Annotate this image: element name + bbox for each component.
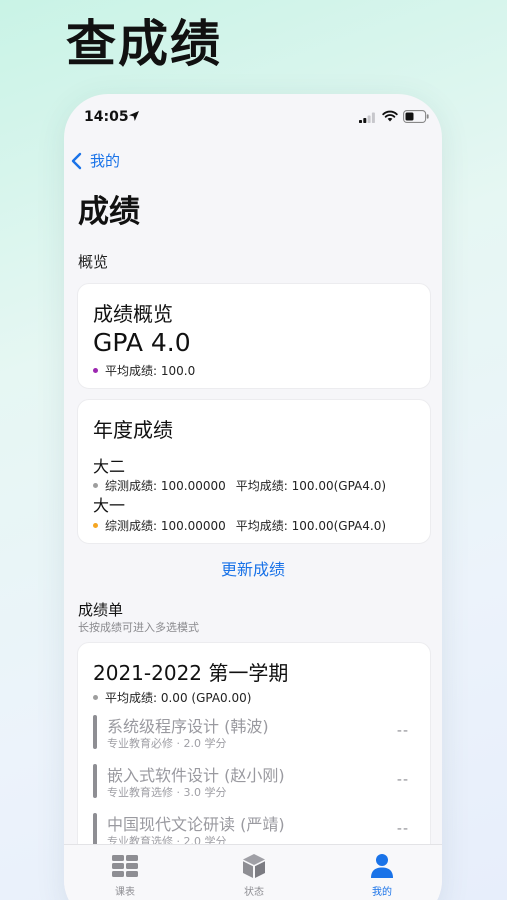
battery-icon xyxy=(403,110,429,123)
term-title: 2021-2022 第一学期 xyxy=(93,661,289,685)
year-name: 大一 xyxy=(93,496,126,515)
tab-me[interactable]: 我的 xyxy=(342,853,422,898)
update-grades-button[interactable]: 更新成绩 xyxy=(64,556,442,580)
overview-average: 平均成绩: 100.0 xyxy=(105,364,196,378)
term-average-row: 平均成绩: 0.00 (GPA0.00) xyxy=(93,689,251,706)
course-score: -- xyxy=(396,821,409,837)
purple-dot-icon xyxy=(93,368,98,373)
back-label: 我的 xyxy=(90,152,121,170)
person-icon xyxy=(371,854,393,878)
tab-schedule[interactable]: 课表 xyxy=(85,853,165,898)
course-item[interactable]: 系统级程序设计 (韩波) 专业教育必修 · 2.0 学分 -- xyxy=(93,713,417,753)
course-info: 专业教育必修 · 2.0 学分 xyxy=(107,737,227,750)
transcript-hint: 长按成绩可进入多选模式 xyxy=(78,621,199,634)
course-info: 专业教育选修 · 3.0 学分 xyxy=(107,786,227,799)
signal-icon xyxy=(359,112,375,123)
year-stats-row: 综测成绩: 100.00000 平均成绩: 100.00(GPA4.0) xyxy=(93,477,386,494)
tab-label: 我的 xyxy=(372,887,392,898)
year-average: 平均成绩: 100.00(GPA4.0) xyxy=(235,519,387,533)
wifi-icon xyxy=(382,110,398,122)
yearly-grades-card[interactable]: 年度成绩 大二 综测成绩: 100.00000 平均成绩: 100.00(GPA… xyxy=(77,399,431,544)
course-name: 嵌入式软件设计 (赵小刚) xyxy=(107,766,285,785)
year-average: 平均成绩: 100.00(GPA4.0) xyxy=(235,479,387,493)
headline: 查成绩 xyxy=(66,15,222,73)
course-score: -- xyxy=(396,772,409,788)
section-overview-label: 概览 xyxy=(78,253,109,271)
overview-average-row: 平均成绩: 100.0 xyxy=(93,362,195,379)
cube-icon xyxy=(243,854,265,878)
phone-frame: 14:05 我的 成绩 概览 成绩概览 GPA 4.0 平均成绩: 100.0 … xyxy=(64,94,442,900)
course-status-bar xyxy=(93,813,97,847)
year-comprehensive: 综测成绩: 100.00000 xyxy=(105,519,226,533)
term-average: 平均成绩: 0.00 (GPA0.00) xyxy=(105,691,252,705)
tab-label: 状态 xyxy=(244,887,264,898)
year-stats-row: 综测成绩: 100.00000 平均成绩: 100.00(GPA4.0) xyxy=(93,517,386,534)
orange-dot-icon xyxy=(93,523,98,528)
status-bar: 14:05 xyxy=(64,94,442,138)
gray-dot-icon xyxy=(93,483,98,488)
course-status-bar xyxy=(93,764,97,798)
chevron-left-icon xyxy=(71,152,82,169)
tab-bar: 课表 状态 我的 xyxy=(64,844,442,900)
gray-dot-icon xyxy=(93,695,98,700)
course-score: -- xyxy=(396,723,409,739)
location-arrow-icon xyxy=(129,111,139,121)
course-name: 系统级程序设计 (韩波) xyxy=(107,717,269,736)
course-name: 中国现代文论研读 (严靖) xyxy=(107,815,285,834)
page-title: 成绩 xyxy=(78,194,140,230)
grid-icon xyxy=(112,855,138,877)
course-item[interactable]: 嵌入式软件设计 (赵小刚) 专业教育选修 · 3.0 学分 -- xyxy=(93,762,417,802)
tab-label: 课表 xyxy=(115,887,135,898)
transcript-title: 成绩单 xyxy=(78,601,124,619)
gpa-value: GPA 4.0 xyxy=(93,328,191,357)
status-time: 14:05 xyxy=(84,109,129,125)
year-name: 大二 xyxy=(93,457,126,476)
grade-overview-card[interactable]: 成绩概览 GPA 4.0 平均成绩: 100.0 xyxy=(77,283,431,389)
back-button[interactable]: 我的 xyxy=(70,150,120,171)
tab-status[interactable]: 状态 xyxy=(214,853,294,898)
course-status-bar xyxy=(93,715,97,749)
yearly-title: 年度成绩 xyxy=(93,418,173,442)
overview-title: 成绩概览 xyxy=(93,302,173,326)
